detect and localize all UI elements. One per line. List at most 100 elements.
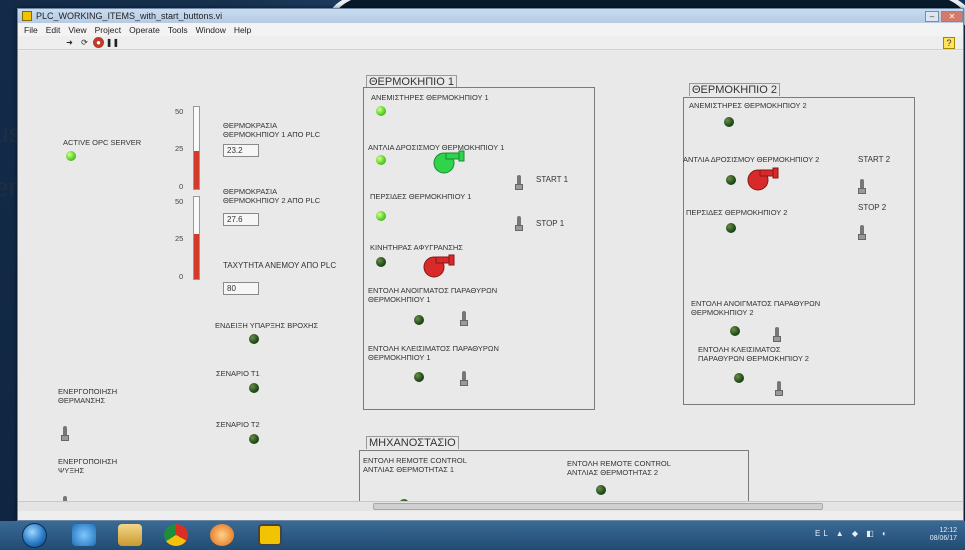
menu-tools[interactable]: Tools xyxy=(168,25,188,35)
toolbar: ➜ ⟳ ● ❚❚ xyxy=(18,36,963,50)
gh2-curtains-label: ΠΕΡΣΙΔΕΣ ΘΕΡΜΟΚΗΠΙΟΥ 2 xyxy=(686,208,788,217)
scenario-t2-label: ΣΕΝΑΡΙΟ Τ2 xyxy=(216,420,260,429)
remote-control-1-label: ΕΝΤΟΛΗ REMOTE CONTROL ΑΝΤΛΙΑΣ ΘΕΡΜΟΤΗΤΑΣ… xyxy=(363,456,467,474)
gh1-start-label: START 1 xyxy=(536,175,569,184)
chrome-icon[interactable] xyxy=(164,524,188,546)
gh2-open-windows-led xyxy=(730,326,740,336)
labview-app-icon xyxy=(22,11,32,21)
gh2-pump-led xyxy=(726,175,736,185)
wind-speed-value: 80 xyxy=(223,282,259,295)
windows-taskbar: EL ▲ ◆ ◧ ◐ 12:12 08/06/17 xyxy=(0,521,965,550)
menu-view[interactable]: View xyxy=(68,25,86,35)
close-button[interactable]: ✕ xyxy=(941,10,963,22)
clock-time: 12:12 xyxy=(939,527,957,534)
gh1-start-switch[interactable] xyxy=(515,175,523,190)
gh1-open-windows-switch[interactable] xyxy=(460,311,468,326)
wind-speed-label: ΤΑΧΥΤΗΤΑ ΑΝΕΜΟΥ ΑΠΟ PLC xyxy=(223,261,337,270)
thermo1-tick: 0 xyxy=(179,182,184,191)
gh1-stop-switch[interactable] xyxy=(515,216,523,231)
title-bar: PLC_WORKING_ITEMS_with_start_buttons.vi … xyxy=(18,9,963,23)
gh2-close-windows-switch[interactable] xyxy=(775,381,783,396)
window-title: PLC_WORKING_ITEMS_with_start_buttons.vi xyxy=(36,11,223,21)
system-tray[interactable]: EL ▲ ◆ ◧ ◐ xyxy=(815,529,890,538)
gh1-fans-led xyxy=(376,106,386,116)
gh2-open-windows-label: ΕΝΤΟΛΗ ΑΝΟΙΓΜΑΤΟΣ ΠΑΡΑΘΥΡΩΝ ΘΕΡΜΟΚΗΠΙΟΥ … xyxy=(691,299,821,317)
scenario-t1-led xyxy=(249,383,259,393)
temperature-gauge-2-fill xyxy=(194,233,199,279)
menu-project[interactable]: Project xyxy=(95,25,121,35)
scrollbar-thumb[interactable] xyxy=(373,503,823,510)
temp2-value: 27.6 xyxy=(223,213,259,226)
ie-icon[interactable] xyxy=(72,524,96,546)
temp1-value: 23.2 xyxy=(223,144,259,157)
gh2-pump-icon xyxy=(747,167,779,191)
clock[interactable]: 12:12 08/06/17 xyxy=(930,527,957,543)
start-orb-icon[interactable] xyxy=(22,523,47,548)
gh1-open-windows-led xyxy=(414,315,424,325)
opc-server-led xyxy=(66,151,76,161)
temperature-gauge-1-fill xyxy=(194,151,199,189)
menu-help[interactable]: Help xyxy=(234,25,251,35)
gh2-open-windows-switch[interactable] xyxy=(773,327,781,342)
gh2-stop-label: STOP 2 xyxy=(858,203,887,212)
menu-file[interactable]: File xyxy=(24,25,38,35)
thermo2-tick: 0 xyxy=(179,272,184,281)
scenario-t2-led xyxy=(249,434,259,444)
labview-window: PLC_WORKING_ITEMS_with_start_buttons.vi … xyxy=(17,8,964,521)
rain-indicator-led xyxy=(249,334,259,344)
temp1-label: ΘΕΡΜΟΚΡΑΣΙΑ ΘΕΡΜΟΚΗΠΙΟΥ 1 ΑΠΟ PLC xyxy=(223,121,321,139)
gh2-start-switch[interactable] xyxy=(858,179,866,194)
gh2-close-windows-label: ΕΝΤΟΛΗ ΚΛΕΙΣΙΜΑΤΟΣ ΠΑΡΑΘΥΡΩΝ ΘΕΡΜΟΚΗΠΙΟΥ… xyxy=(698,345,809,363)
gh2-start-label: START 2 xyxy=(858,155,891,164)
gh1-curtains-led xyxy=(376,211,386,221)
gh1-pump-led xyxy=(376,155,386,165)
gh1-pump-icon xyxy=(433,150,465,174)
menu-bar: File Edit View Project Operate Tools Win… xyxy=(18,23,963,36)
gh1-close-windows-led xyxy=(414,372,424,382)
horizontal-scrollbar[interactable] xyxy=(18,501,963,511)
gh1-close-windows-label: ΕΝΤΟΛΗ ΚΛΕΙΣΙΜΑΤΟΣ ΠΑΡΑΘΥΡΩΝ ΘΕΡΜΟΚΗΠΙΟΥ… xyxy=(368,344,499,362)
clock-date: 08/06/17 xyxy=(929,535,957,542)
menu-operate[interactable]: Operate xyxy=(129,25,160,35)
gh2-close-windows-led xyxy=(734,373,744,383)
heating-toggle-switch[interactable] xyxy=(61,426,69,441)
gh1-dehumidifier-motor-icon xyxy=(423,254,455,278)
pause-icon[interactable]: ❚❚ xyxy=(106,37,119,48)
menu-window[interactable]: Window xyxy=(196,25,226,35)
gh1-fans-label: ΑΝΕΜΙΣΤΗΡΕΣ ΘΕΡΜΟΚΗΠΙΟΥ 1 xyxy=(371,93,489,102)
menu-edit[interactable]: Edit xyxy=(46,25,61,35)
gh1-open-windows-label: ΕΝΤΟΛΗ ΑΝΟΙΓΜΑΤΟΣ ΠΑΡΑΘΥΡΩΝ ΘΕΡΜΟΚΗΠΙΟΥ … xyxy=(368,286,498,304)
rain-indicator-label: ΕΝΔΕΙΞΗ ΥΠΑΡΞΗΣ ΒΡΟΧΗΣ xyxy=(215,321,319,330)
temp2-label: ΘΕΡΜΟΚΡΑΣΙΑ ΘΕΡΜΟΚΗΠΙΟΥ 2 ΑΠΟ PLC xyxy=(223,187,321,205)
gh1-dehumidifier-led xyxy=(376,257,386,267)
minimize-button[interactable]: – xyxy=(925,10,939,22)
gh2-stop-switch[interactable] xyxy=(858,225,866,240)
temperature-gauge-2 xyxy=(193,196,200,280)
context-help-button[interactable]: ? xyxy=(943,37,955,49)
abort-icon[interactable]: ● xyxy=(93,37,104,48)
remote-control-2-label: ΕΝΤΟΛΗ REMOTE CONTROL ΑΝΤΛΙΑΣ ΘΕΡΜΟΤΗΤΑΣ… xyxy=(567,459,671,477)
gh2-fans-label: ΑΝΕΜΙΣΤΗΡΕΣ ΘΕΡΜΟΚΗΠΙΟΥ 2 xyxy=(689,101,807,110)
background-slide-text: er xyxy=(0,172,18,202)
labview-icon[interactable] xyxy=(258,524,282,546)
media-player-icon[interactable] xyxy=(210,524,234,546)
gh1-stop-label: STOP 1 xyxy=(536,219,565,228)
explorer-icon[interactable] xyxy=(118,524,142,546)
temperature-gauge-1 xyxy=(193,106,200,190)
heating-activation-label: ΕΝΕΡΓΟΠΟΙΗΣΗ ΘΕΡΜΑΝΣΗΣ xyxy=(58,387,118,405)
opc-server-label: ACTIVE OPC SERVER xyxy=(63,138,142,147)
scenario-t1-label: ΣΕΝΑΡΙΟ Τ1 xyxy=(216,369,260,378)
gh2-pump-label: ΑΝΤΛΙΑ ΔΡΟΣΙΣΜΟΥ ΘΕΡΜΟΚΗΠΙΟΥ 2 xyxy=(683,155,820,164)
gh2-curtains-led xyxy=(726,223,736,233)
run-continuous-icon[interactable]: ⟳ xyxy=(78,37,91,48)
language-indicator[interactable]: EL xyxy=(815,529,831,538)
run-arrow-icon[interactable]: ➜ xyxy=(63,37,76,48)
thermo1-tick: 25 xyxy=(175,144,184,153)
engine-room-title: ΜΗΧΑΝΟΣΤΑΣΙΟ xyxy=(366,436,459,449)
remote-control-2-led xyxy=(596,485,606,495)
greenhouse-2-title: ΘΕΡΜΟΚΗΠΙΟ 2 xyxy=(689,83,780,96)
thermo1-tick: 50 xyxy=(175,107,184,116)
front-panel: ACTIVE OPC SERVER 50 25 0 ΘΕΡΜΟΚΡΑΣΙΑ ΘΕ… xyxy=(18,51,963,511)
gh1-curtains-label: ΠΕΡΣΙΔΕΣ ΘΕΡΜΟΚΗΠΙΟΥ 1 xyxy=(370,192,472,201)
gh1-close-windows-switch[interactable] xyxy=(460,371,468,386)
